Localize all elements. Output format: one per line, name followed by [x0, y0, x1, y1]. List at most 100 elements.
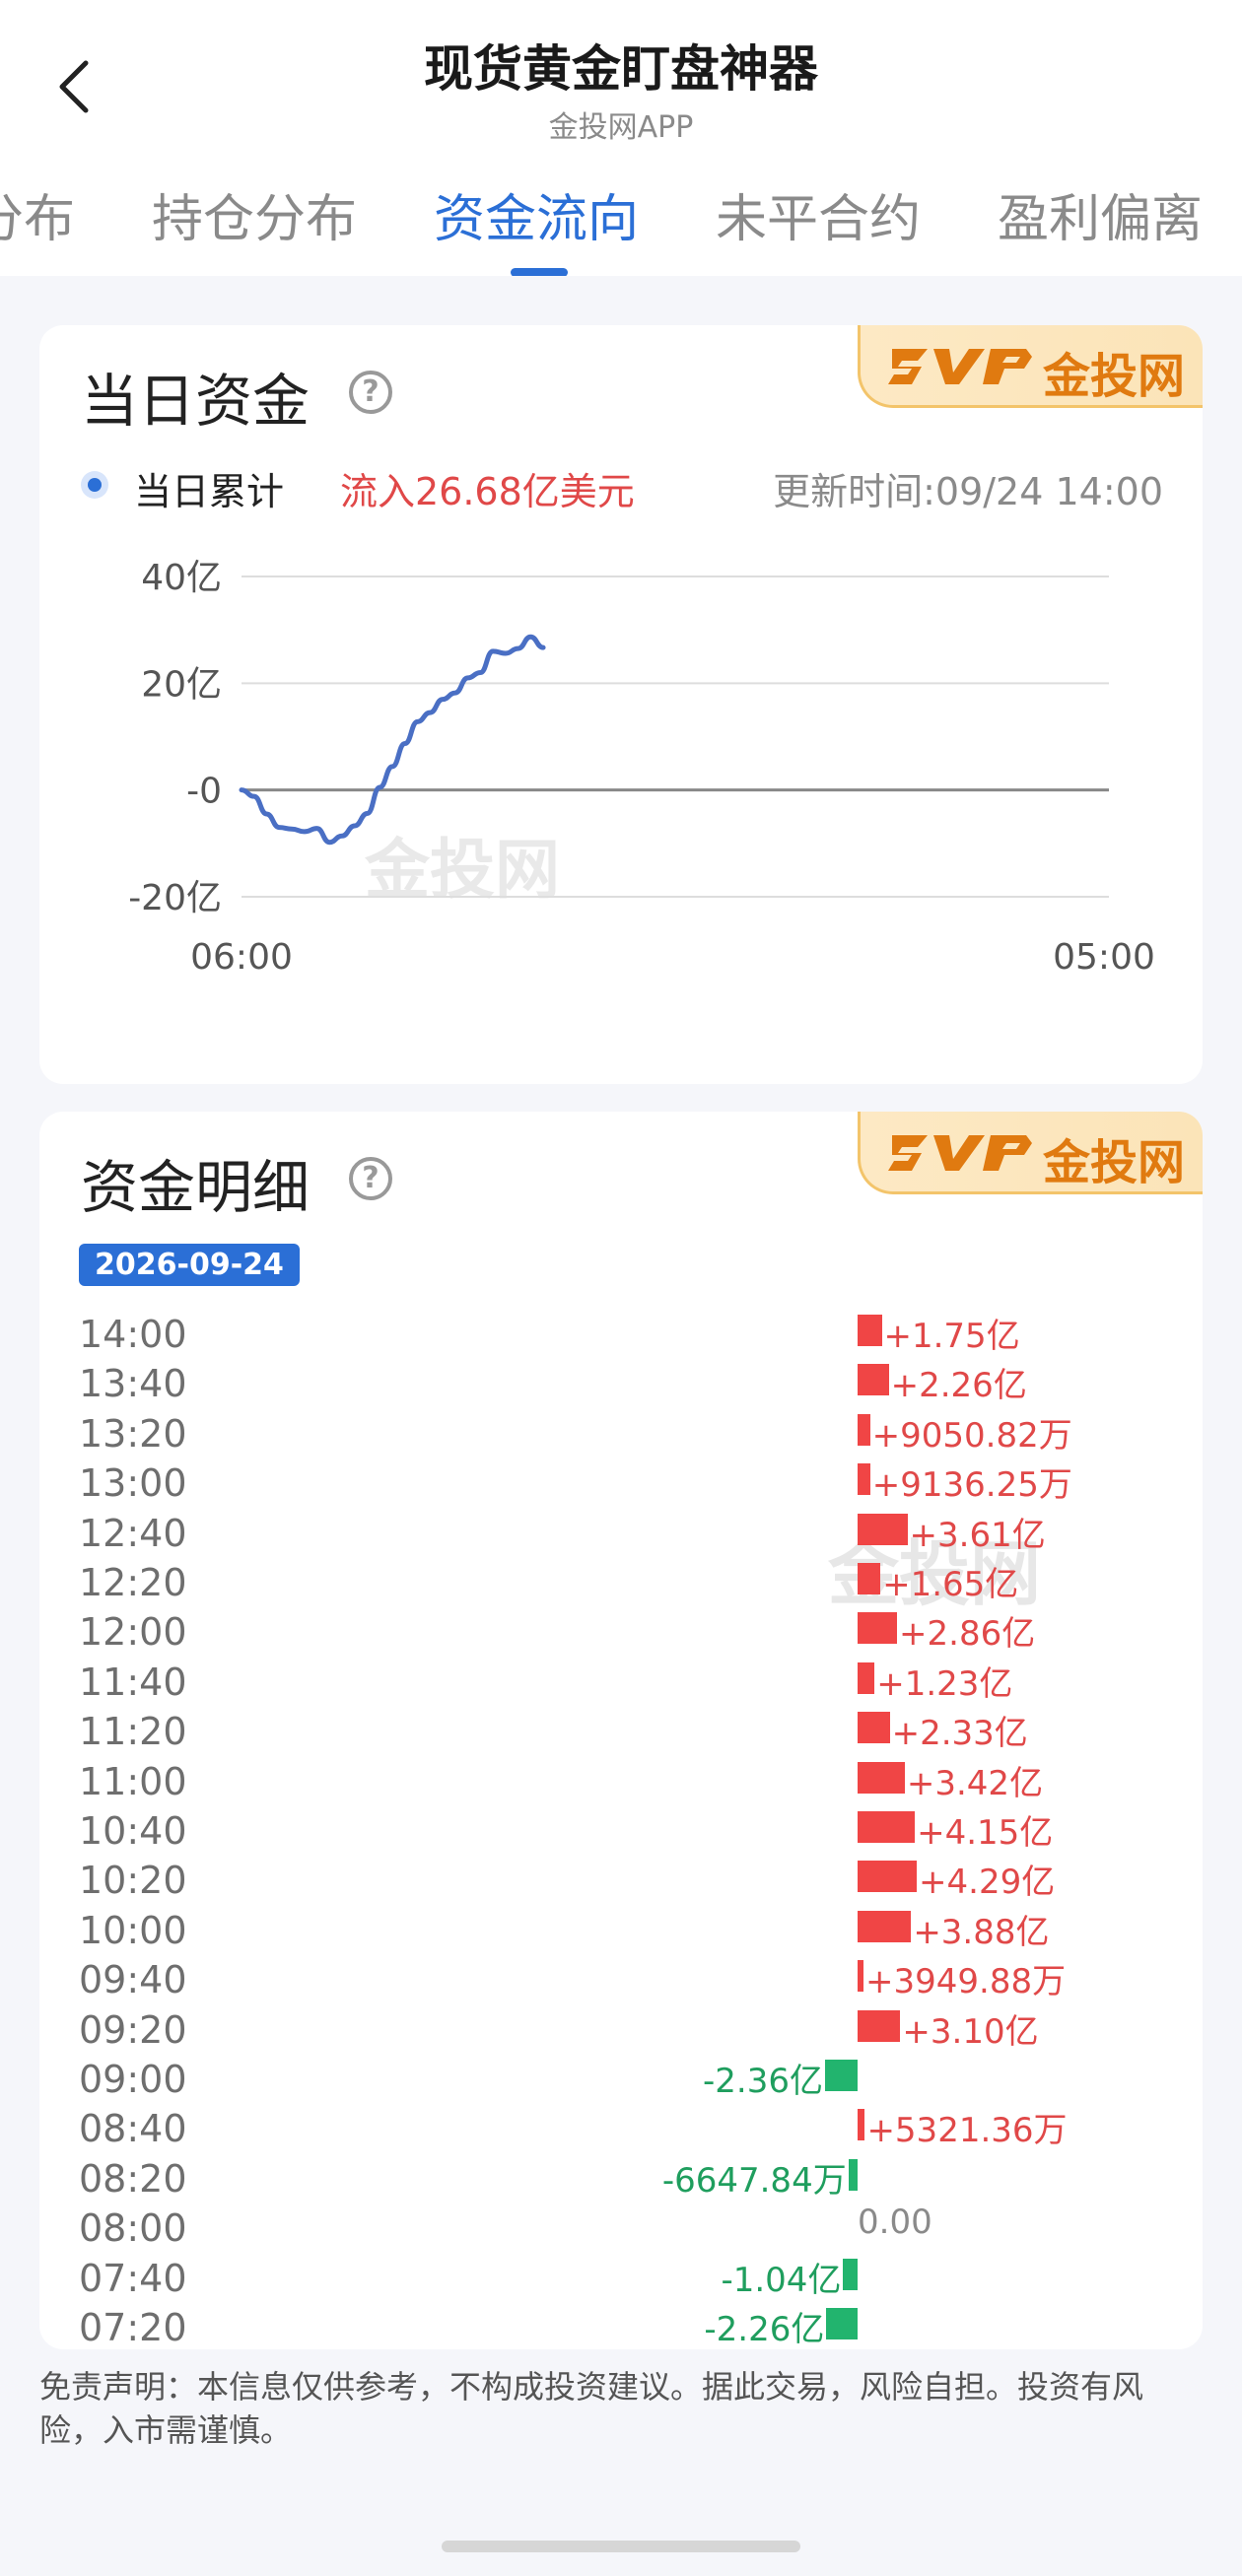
row-time: 07:40 — [79, 2256, 187, 2300]
row-value: -6647.84万 — [661, 2160, 847, 2201]
row-time: 12:20 — [79, 1561, 187, 1604]
page-subtitle: 金投网APP — [548, 110, 694, 145]
fund-detail-card: 金投网 资金明细 ? 2026-09-24 金投网 14:00 +1.75亿 13:… — [39, 1112, 1203, 2349]
row-time: 13:00 — [79, 1461, 187, 1506]
disclaimer: 免责声明：本信息仅供参考，不构成投资建议。据此交易，风险自担。投资有风险，入市需… — [39, 2368, 1144, 2449]
inflow-bar — [858, 1811, 916, 1843]
row-time: 07:20 — [79, 2306, 187, 2349]
row-time: 13:20 — [79, 1411, 187, 1456]
row-value: +1.23亿 — [876, 1663, 1013, 1704]
row-time: 13:40 — [79, 1362, 187, 1406]
top-bar: 现货黄金盯盘神器 金投网APP — [0, 0, 1242, 148]
inflow-bar — [858, 1364, 889, 1396]
fund-flow-chart: 金投网40亿20亿-0-20亿06:00 05:00 — [128, 558, 1155, 978]
inflow-bar — [858, 1910, 912, 1942]
inflow-bar — [858, 1861, 918, 1893]
update-time: 更新时间:09/24 14:00 — [773, 470, 1163, 513]
row-value: +4.29亿 — [919, 1863, 1056, 1903]
row-value: +2.86亿 — [899, 1614, 1036, 1655]
row-value: +1.65亿 — [882, 1565, 1019, 1604]
x-tick-label: 05:00 — [1053, 937, 1155, 978]
question-circle-icon[interactable]: ? — [349, 371, 392, 414]
inflow-bar — [858, 1960, 863, 1993]
row-time: 09:40 — [79, 1958, 187, 2002]
brand-badge: 金投网 — [858, 1112, 1203, 1194]
daily-fund-title: 当日资金 — [81, 368, 310, 435]
inflow-bar — [858, 1563, 881, 1594]
inflow-bar — [858, 1612, 898, 1645]
brand-badge-text: 金投网 — [1043, 349, 1186, 404]
fund-detail-row: 10:20 +4.29亿 — [39, 1855, 1203, 1904]
row-value: +9050.82万 — [871, 1415, 1072, 1456]
row-value: +3.88亿 — [913, 1912, 1050, 1952]
inflow-bar — [858, 1513, 908, 1545]
row-value: -2.36亿 — [702, 2062, 823, 2101]
row-value: +1.75亿 — [883, 1317, 1020, 1356]
outflow-bar — [848, 2158, 858, 2191]
row-time: 11:20 — [79, 1710, 187, 1754]
y-tick-label: -0 — [186, 772, 222, 812]
fund-detail-row: 10:40 +4.15亿 — [39, 1805, 1203, 1855]
fund-detail-row: 11:40 +1.23亿 — [39, 1657, 1203, 1706]
brand-badge: 金投网 — [858, 325, 1203, 408]
row-value: +3.10亿 — [902, 2011, 1039, 2052]
row-time: 08:20 — [79, 2156, 187, 2201]
active-tab-indicator — [511, 268, 568, 276]
legend-dot-icon — [81, 471, 108, 499]
brand-logo-icon — [888, 1135, 1032, 1171]
inflow-bar — [858, 1761, 905, 1794]
row-time: 12:40 — [79, 1511, 187, 1555]
row-time: 09:20 — [79, 2007, 187, 2052]
fund-detail-row: 12:00 +2.86亿 — [39, 1606, 1203, 1656]
inflow-bar — [858, 1661, 875, 1694]
y-tick-label: 20亿 — [141, 664, 222, 705]
tab-profit-deviation[interactable]: 盈利偏离 — [998, 177, 1203, 251]
fund-detail-row: 13:20 +9050.82万 — [39, 1408, 1203, 1457]
outflow-bar — [843, 2258, 858, 2290]
page-title: 现货黄金盯盘神器 — [424, 40, 818, 98]
x-tick-label: 06:00 — [190, 937, 293, 978]
inflow-bar — [858, 1712, 890, 1744]
fund-detail-row: 12:20 +1.65亿 — [39, 1557, 1203, 1606]
row-value: +2.26亿 — [890, 1366, 1027, 1406]
row-time: 08:40 — [79, 2107, 187, 2151]
outflow-bar — [826, 2308, 858, 2339]
fund-detail-row: 08:20 -6647.84万 — [39, 2153, 1203, 2203]
fund-detail-row: 07:20 -2.26亿 — [39, 2302, 1203, 2349]
fund-detail-row: 13:40 +2.26亿 — [39, 1358, 1203, 1407]
fund-detail-row: 13:00 +9136.25万 — [39, 1457, 1203, 1507]
row-value: +2.33亿 — [891, 1714, 1028, 1754]
row-value: 0.00 — [858, 2203, 932, 2243]
tab-bar: 分布 持仓分布 资金流向 未平合约 盈利偏离 — [0, 148, 1242, 276]
fund-detail-row: 09:20 +3.10亿 — [39, 2004, 1203, 2054]
fund-detail-row: 09:40 +3949.88万 — [39, 1954, 1203, 2003]
tab-distribution[interactable]: 分布 — [0, 177, 75, 251]
fund-detail-row: 14:00 +1.75亿 — [39, 1309, 1203, 1358]
tab-fund-flow[interactable]: 资金流向 — [434, 177, 639, 251]
row-time: 14:00 — [79, 1313, 187, 1356]
series-line-daily-cumulative — [239, 634, 546, 846]
fund-detail-row: 08:00 0.00 — [39, 2203, 1203, 2252]
tab-open-interest[interactable]: 未平合约 — [716, 177, 921, 251]
row-value: -1.04亿 — [721, 2260, 842, 2300]
question-circle-icon[interactable]: ? — [349, 1157, 392, 1200]
fund-detail-row: 08:40 +5321.36万 — [39, 2103, 1203, 2152]
row-value: +3.61亿 — [909, 1515, 1046, 1555]
fund-detail-title: 资金明细 — [81, 1154, 310, 1221]
row-time: 09:00 — [79, 2058, 187, 2101]
inflow-bar — [858, 1315, 882, 1346]
row-value: +9136.25万 — [871, 1465, 1072, 1506]
row-time: 12:00 — [79, 1610, 187, 1655]
inflow-bar — [858, 1413, 870, 1446]
daily-fund-card: 金投网 当日资金 ? 当日累计 流入26.68亿美元 更新时间:09/24 14… — [39, 325, 1203, 1084]
home-indicator — [442, 2541, 800, 2552]
outflow-bar — [824, 2060, 858, 2091]
row-value: -2.26亿 — [704, 2310, 825, 2349]
tab-position-distribution[interactable]: 持仓分布 — [152, 177, 357, 251]
fund-detail-list: 14:00 +1.75亿 13:40 +2.26亿 13:20 +9050.82万 13:0… — [39, 1309, 1203, 2349]
fund-detail-row: 09:00 -2.36亿 — [39, 2054, 1203, 2103]
row-time: 10:20 — [79, 1859, 187, 1903]
date-tag: 2026-09-24 — [79, 1244, 300, 1286]
row-time: 08:00 — [79, 2206, 187, 2251]
row-time: 11:40 — [79, 1660, 187, 1704]
